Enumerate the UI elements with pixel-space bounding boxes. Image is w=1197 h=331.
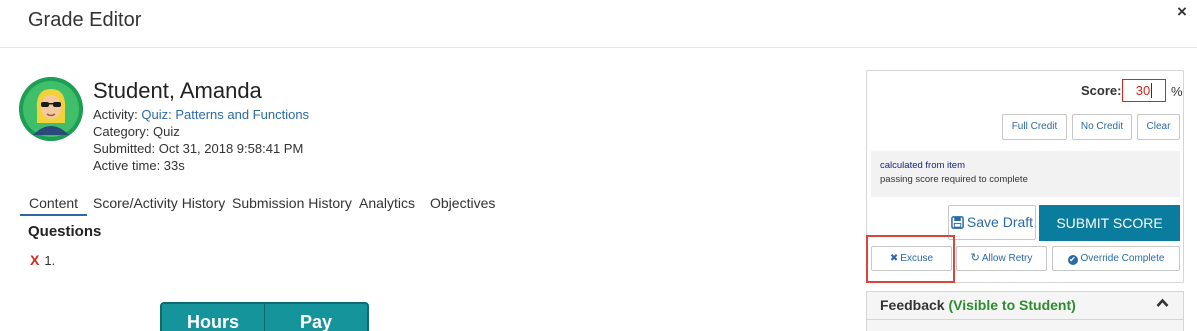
submit-score-button[interactable]: SUBMIT SCORE	[1039, 205, 1180, 241]
table-header-pay: Pay	[264, 304, 367, 331]
tab-objectives[interactable]: Objectives	[430, 195, 495, 211]
hours-pay-table: Hours Pay	[160, 302, 369, 331]
feedback-divider	[866, 319, 1184, 320]
score-label: Score:	[1081, 83, 1122, 98]
feedback-visibility: (Visible to Student)	[948, 297, 1076, 313]
avatar-icon	[19, 77, 83, 141]
question-item[interactable]: X 1.	[30, 252, 55, 268]
feedback-label: Feedback	[880, 297, 945, 313]
score-info-box: calculated from item passing score requi…	[871, 151, 1180, 197]
student-name: Student, Amanda	[93, 78, 262, 103]
questions-title: Questions	[28, 223, 102, 240]
feedback-title[interactable]: Feedback (Visible to Student)	[880, 297, 1076, 313]
tab-submission-history[interactable]: Submission History	[232, 195, 352, 211]
activity-link[interactable]: Quiz: Patterns and Functions	[141, 107, 309, 122]
override-complete-button[interactable]: ✔ Override Complete	[1052, 246, 1180, 271]
percent-sign: %	[1171, 84, 1183, 99]
close-icon[interactable]: ×	[1177, 3, 1187, 20]
calculated-text: calculated from item	[880, 160, 966, 171]
passing-score-text: passing score required to complete	[880, 174, 1028, 185]
allow-retry-label: Allow Retry	[981, 253, 1033, 264]
allow-retry-button[interactable]: ↻ Allow Retry	[956, 246, 1047, 271]
tab-analytics[interactable]: Analytics	[359, 195, 415, 211]
submitted-line: Submitted: Oct 31, 2018 9:58:41 PM	[93, 141, 304, 156]
table-header-hours: Hours	[186, 312, 239, 331]
activity-line: Activity: Quiz: Patterns and Functions	[93, 107, 309, 122]
score-input[interactable]: 30	[1122, 79, 1166, 102]
chevron-up-icon[interactable]	[1156, 296, 1169, 311]
text-caret	[1151, 83, 1153, 98]
tab-score-activity-history[interactable]: Score/Activity History	[93, 195, 225, 211]
no-credit-button[interactable]: No Credit	[1072, 114, 1132, 140]
question-number: 1.	[44, 253, 56, 268]
save-icon	[951, 216, 964, 229]
excuse-highlight	[866, 235, 955, 283]
avatar	[19, 77, 83, 141]
score-value: 30	[1135, 83, 1151, 98]
activity-label: Activity:	[93, 107, 142, 122]
active-time-line: Active time: 33s	[93, 158, 185, 173]
modal-title: Grade Editor	[28, 9, 142, 31]
override-complete-label: Override Complete	[1080, 253, 1165, 264]
modal-header: Grade Editor	[0, 0, 1197, 48]
refresh-icon: ↻	[970, 252, 980, 264]
save-draft-label: Save Draft	[966, 214, 1034, 230]
category-line: Category: Quiz	[93, 124, 180, 139]
tab-content[interactable]: Content	[20, 195, 88, 216]
check-circle-icon: ✔	[1067, 255, 1078, 265]
x-mark-icon: X	[30, 252, 40, 268]
clear-button[interactable]: Clear	[1137, 114, 1180, 140]
save-draft-button[interactable]: Save Draft	[948, 205, 1036, 240]
full-credit-button[interactable]: Full Credit	[1002, 114, 1067, 140]
